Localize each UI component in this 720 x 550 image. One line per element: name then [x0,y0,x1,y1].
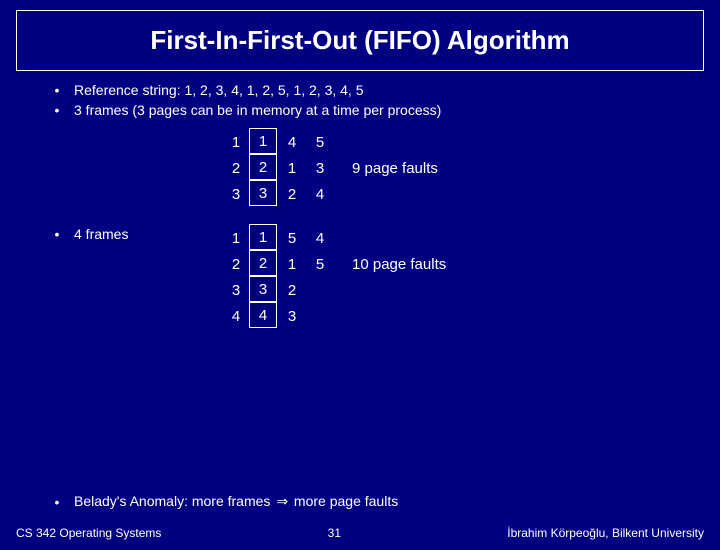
table-cell: 3 [278,303,306,329]
table-cell: 3 [306,155,334,181]
row-label: 2 [222,155,250,181]
table-cell: 5 [306,251,334,277]
table-cell: 4 [306,181,334,207]
table-cell [306,303,334,329]
bullet-belady-anomaly: • Belady's Anomaly: more frames ⇒ more p… [40,493,398,510]
table-cell: 3 [249,180,277,206]
table-cell: 2 [278,277,306,303]
bullet-ref-string: • Reference string: 1, 2, 3, 4, 1, 2, 5,… [40,81,680,99]
row-label: 3 [222,181,250,207]
annotation [334,225,680,251]
table-3-frames: 1 1 4 5 2 2 1 3 9 page faults 3 3 2 4 [40,129,680,207]
table-cell: 5 [278,225,306,251]
implies-icon: ⇒ [274,493,290,509]
annotation [334,277,680,303]
content-area: • Reference string: 1, 2, 3, 4, 1, 2, 5,… [0,71,720,329]
table-cell: 5 [306,129,334,155]
title-box: First-In-First-Out (FIFO) Algorithm [16,10,704,71]
table-4-frames: 1 1 5 4 2 2 1 5 10 page faults 3 3 2 4 4… [40,225,680,329]
table-cell: 3 [249,276,277,302]
annotation [334,181,680,207]
row-label: 2 [222,251,250,277]
footer-course: CS 342 Operating Systems [16,526,161,540]
bullet-dot-icon: • [40,226,74,242]
footer-author: İbrahim Körpeoğlu, Bilkent University [507,526,704,540]
table-cell: 4 [306,225,334,251]
footer-page-number: 31 [161,526,507,540]
annotation-faults: 10 page faults [334,251,680,277]
table-cell: 4 [278,129,306,155]
bullet-text: 4 frames [74,226,128,242]
belady-part-a: Belady's Anomaly: more frames [74,493,274,509]
bullet-dot-icon: • [40,494,74,510]
belady-text: Belady's Anomaly: more frames ⇒ more pag… [74,493,398,510]
row-label: 4 [222,303,250,329]
table-grid: 1 1 4 5 2 2 1 3 9 page faults 3 3 2 4 [222,129,680,207]
table-cell: 1 [278,251,306,277]
belady-part-b: more page faults [290,493,398,509]
annotation [334,129,680,155]
table-cell: 1 [249,128,277,154]
table-cell: 2 [278,181,306,207]
row-label: 3 [222,277,250,303]
row-label: 1 [222,129,250,155]
row-label: 1 [222,225,250,251]
table-cell [306,277,334,303]
table-cell: 1 [249,224,277,250]
bullet-text: 3 frames (3 pages can be in memory at a … [74,101,680,119]
table-cell: 2 [249,154,277,180]
slide-title: First-In-First-Out (FIFO) Algorithm [17,25,703,56]
table-grid: 1 1 5 4 2 2 1 5 10 page faults 3 3 2 4 4… [222,225,680,329]
bullet-3-frames: • 3 frames (3 pages can be in memory at … [40,101,680,119]
table-cell: 2 [249,250,277,276]
table-cell: 1 [278,155,306,181]
bullet-4-frames: • 4 frames [40,226,128,242]
annotation-faults: 9 page faults [334,155,680,181]
bullet-text: Reference string: 1, 2, 3, 4, 1, 2, 5, 1… [74,81,680,99]
annotation [334,303,680,329]
table-cell: 4 [249,302,277,328]
bullet-dot-icon: • [40,101,74,119]
bullet-dot-icon: • [40,81,74,99]
footer: CS 342 Operating Systems 31 İbrahim Körp… [16,526,704,540]
